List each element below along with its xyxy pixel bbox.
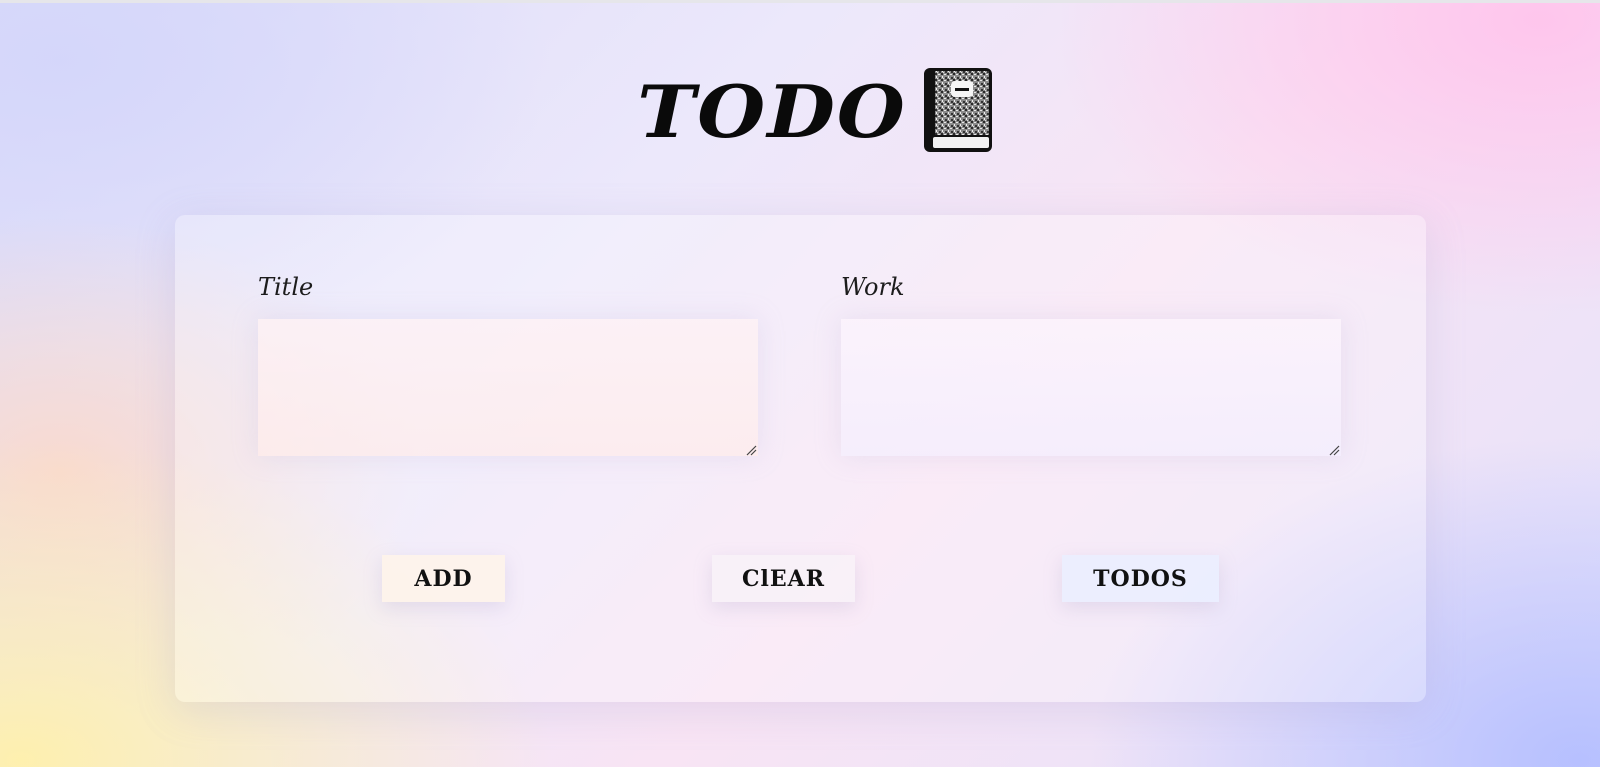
work-textarea[interactable] bbox=[841, 319, 1341, 456]
clear-button[interactable]: ClEAR bbox=[712, 555, 855, 602]
todo-form-card: Title Work ADD ClEAR TODOS bbox=[175, 215, 1426, 702]
notebook-icon bbox=[923, 68, 992, 152]
window-top-border bbox=[0, 0, 1600, 3]
todos-button[interactable]: TODOS bbox=[1062, 555, 1219, 602]
title-label: Title bbox=[258, 273, 314, 301]
work-resize-grip-icon[interactable] bbox=[1328, 444, 1340, 456]
page-title: TODO bbox=[637, 70, 907, 155]
page-header: TODO bbox=[0, 66, 1600, 160]
work-label: Work bbox=[841, 273, 905, 301]
title-textarea[interactable] bbox=[258, 319, 758, 456]
add-button[interactable]: ADD bbox=[382, 555, 505, 602]
title-resize-grip-icon[interactable] bbox=[745, 444, 757, 456]
